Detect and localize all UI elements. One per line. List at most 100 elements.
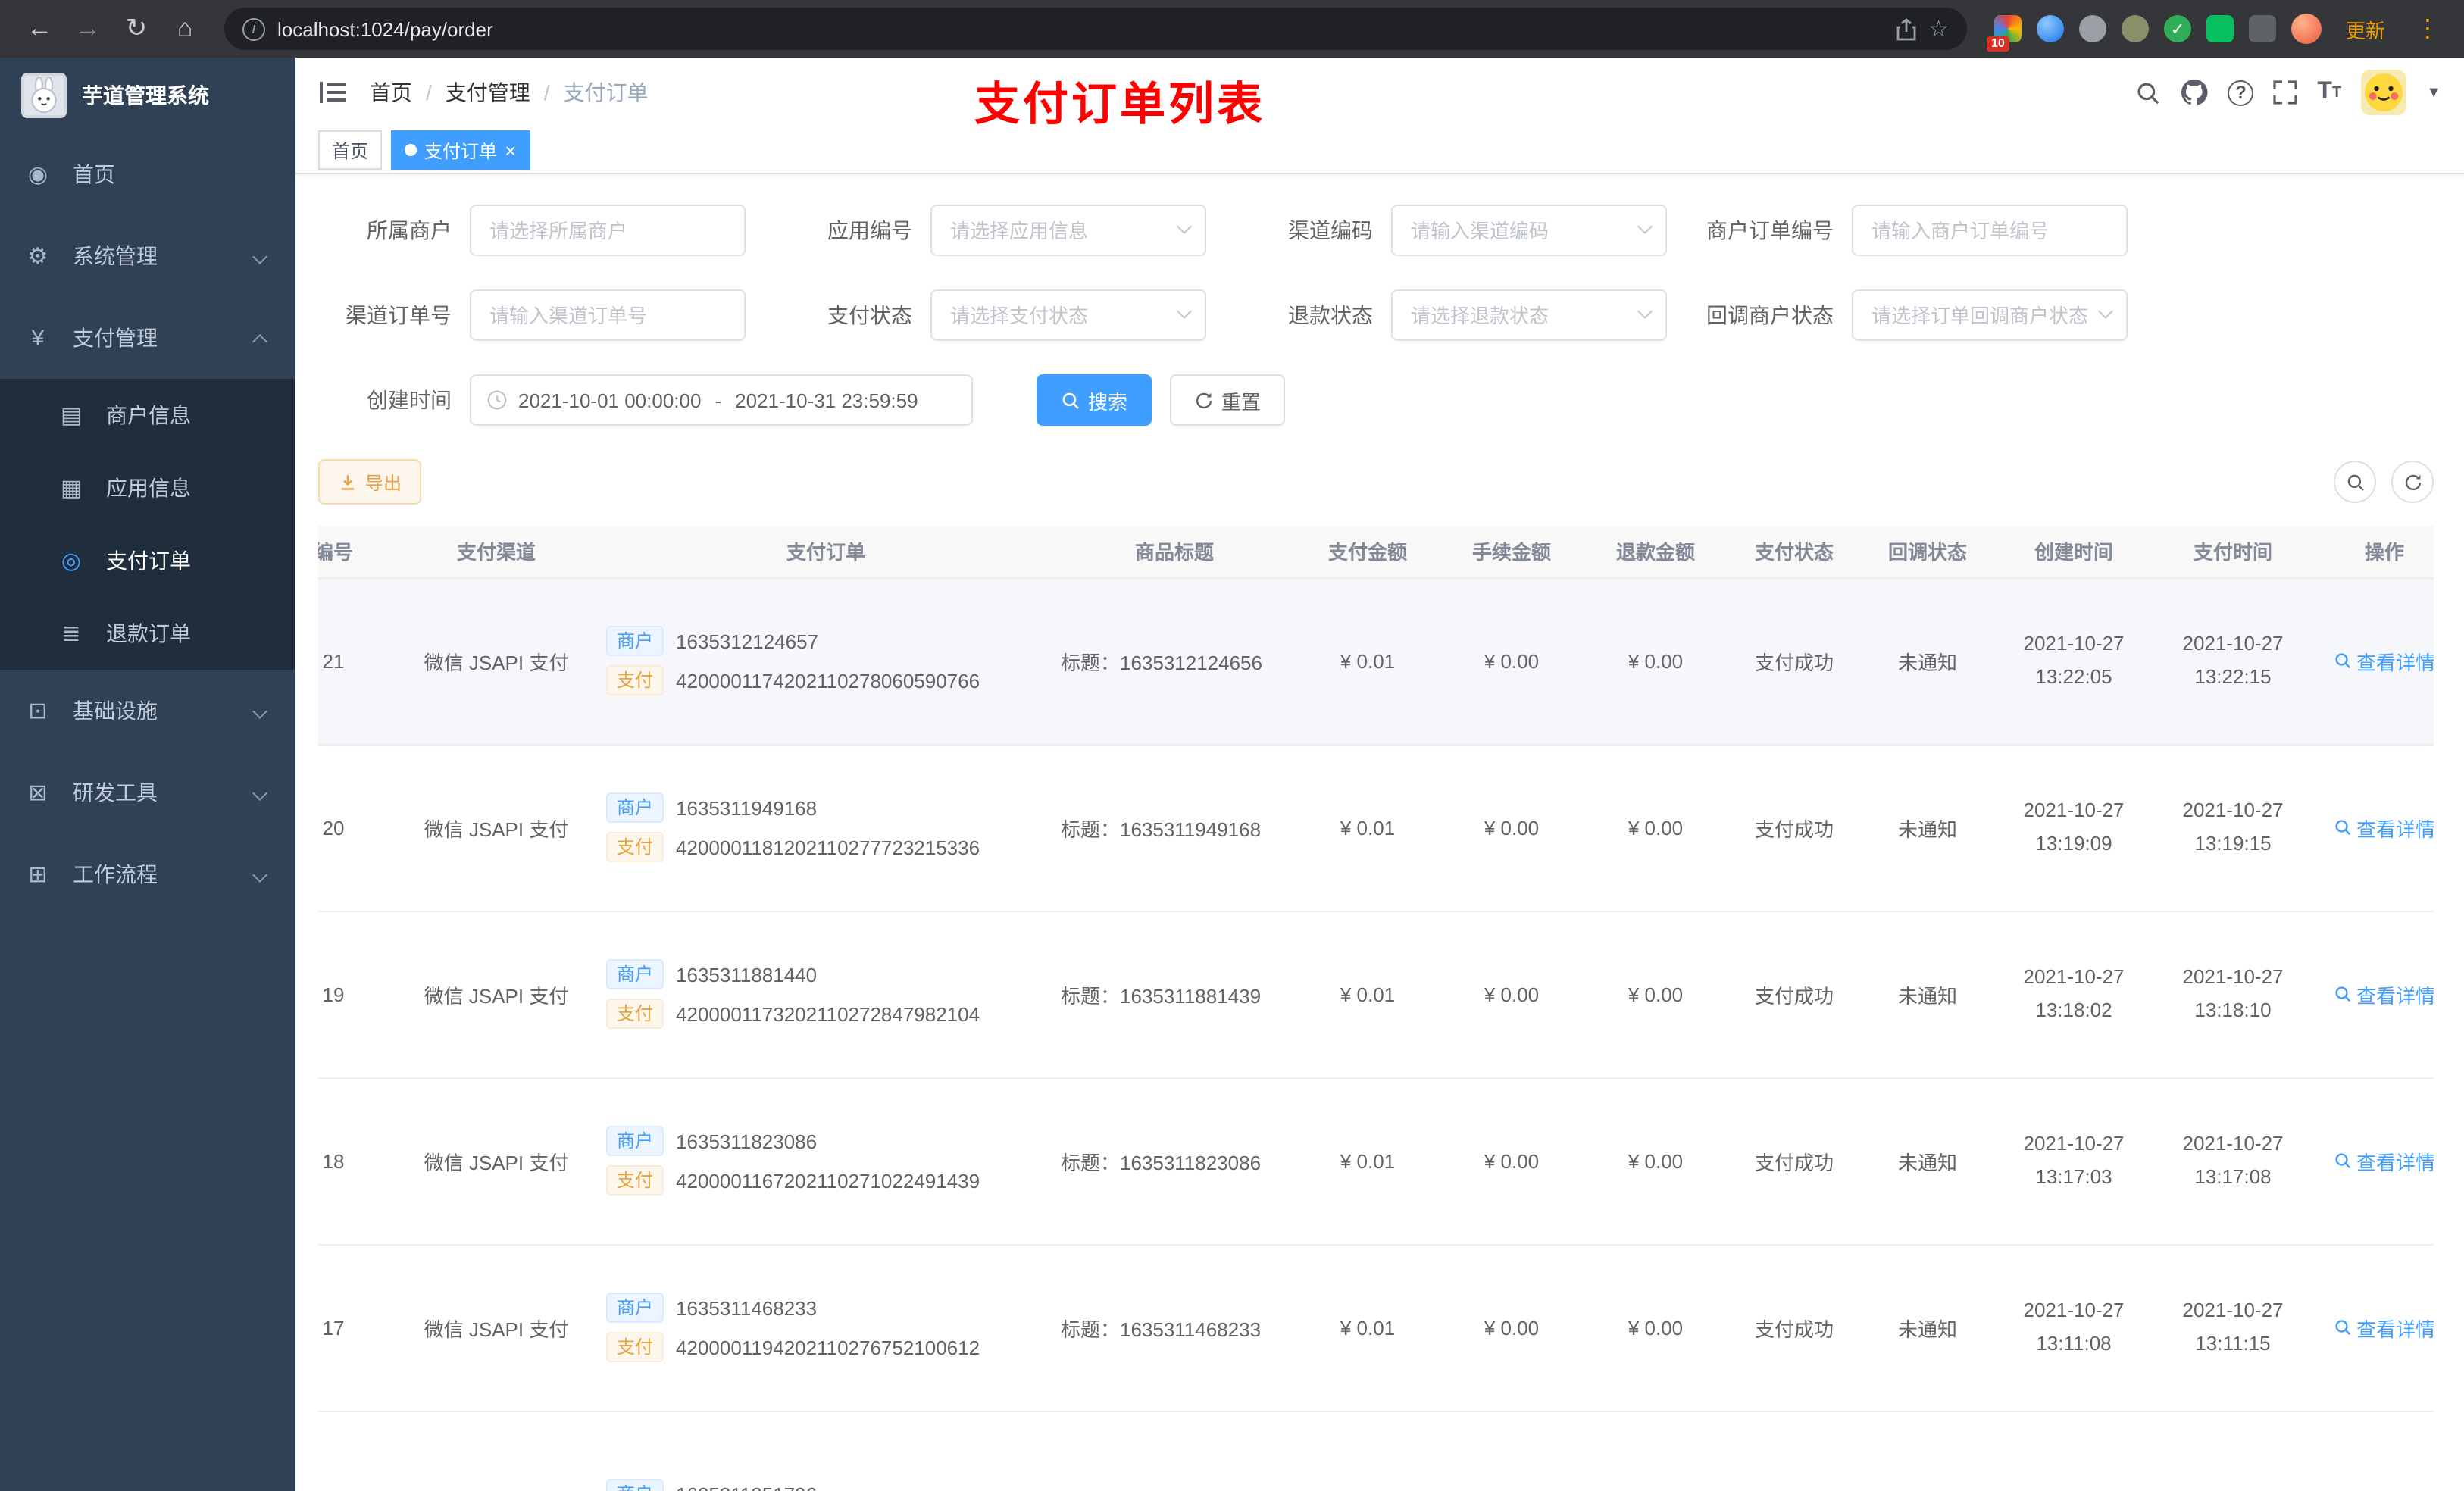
url-text[interactable]: localhost:1024/pay/order	[277, 17, 493, 40]
datetime-line: 2021-10-27	[2023, 798, 2125, 821]
cell-status: 支付成功	[1728, 577, 1861, 745]
view-detail-link[interactable]: 查看详情	[2334, 646, 2434, 675]
extension-icon-gray[interactable]	[2078, 15, 2106, 42]
site-info-icon[interactable]: i	[242, 17, 265, 40]
header-search-icon[interactable]	[2135, 80, 2161, 105]
create-time-start[interactable]: 2021-10-01 00:00:00	[518, 389, 701, 411]
merchant-filter-input[interactable]	[470, 205, 746, 256]
sidebar-item-infrastructure[interactable]: ⊡ 基础设施	[0, 670, 295, 752]
extension-icon-check[interactable]: ✓	[2163, 15, 2191, 42]
share-icon[interactable]	[1895, 17, 1916, 40]
sidebar-item-label: 商户信息	[106, 403, 191, 427]
tab-pay-order[interactable]: 支付订单 ×	[391, 130, 530, 170]
sidebar-item-payment-management[interactable]: ¥ 支付管理	[0, 297, 295, 379]
extension-icon-colorful[interactable]: 10	[1986, 15, 2022, 52]
browser-profile-avatar[interactable]	[2290, 14, 2322, 44]
sidebar-item-home[interactable]: ◉ 首页	[0, 133, 295, 215]
toggle-search-button[interactable]	[2334, 461, 2376, 503]
breadcrumb-home[interactable]: 首页	[370, 77, 412, 108]
search-icon	[2335, 1320, 2351, 1336]
sidebar-item-dev-tools[interactable]: ⊠ 研发工具	[0, 752, 295, 833]
search-button[interactable]: 搜索	[1037, 374, 1152, 426]
fullscreen-icon[interactable]	[2273, 80, 2298, 105]
toolbox-icon: ⊠	[28, 780, 48, 806]
callback-status-filter-select[interactable]	[1852, 289, 2128, 341]
create-time-range-picker[interactable]: 2021-10-01 00:00:00 - 2021-10-31 23:59:5…	[470, 374, 973, 426]
datetime-line: 2021-10-27	[2182, 798, 2284, 821]
extension-icon-green-square[interactable]	[2206, 15, 2234, 42]
avatar-caret-icon[interactable]: ▼	[2426, 84, 2441, 101]
search-icon	[2347, 474, 2363, 490]
address-bar[interactable]: i localhost:1024/pay/order ☆	[224, 8, 1967, 50]
table-row-partial: 商户 1635311351796	[318, 1411, 2434, 1491]
date-range-separator: -	[714, 389, 722, 411]
order-line: 支付 4200001174202110278060590766	[606, 665, 1046, 695]
view-detail-link[interactable]: 查看详情	[2334, 980, 2434, 1008]
sidebar-item-workflow[interactable]: ⊞ 工作流程	[0, 833, 295, 915]
app-filter-select[interactable]	[930, 205, 1206, 256]
cell-pay-order: 商户 1635311823086 支付 42000011672021102710224…	[599, 1077, 1053, 1245]
browser-back-icon[interactable]: ←	[18, 8, 61, 50]
reset-button[interactable]: 重置	[1170, 374, 1286, 426]
browser-home-icon[interactable]: ⌂	[164, 8, 206, 50]
callback-status-filter-label: 回调商户状态	[1706, 303, 1834, 327]
pay-status-filter: 支付状态	[779, 289, 1206, 341]
refund-status-filter-select[interactable]	[1391, 289, 1667, 341]
browser-forward-icon[interactable]: →	[67, 8, 109, 50]
create-time-filter-label: 创建时间	[367, 388, 452, 412]
app-filter-control	[930, 205, 1206, 256]
user-avatar[interactable]	[2361, 70, 2407, 115]
browser-menu-icon[interactable]: ⋮	[2409, 14, 2446, 44]
cell-channel: 微信 JSAPI 支付	[394, 577, 599, 745]
bookmark-star-icon[interactable]: ☆	[1928, 15, 1949, 42]
channel-code-filter-label: 渠道编码	[1288, 218, 1373, 242]
view-detail-link[interactable]: 查看详情	[2334, 813, 2434, 842]
refund-status-filter-control	[1391, 289, 1667, 341]
browser-update-button[interactable]: 更新	[2337, 11, 2394, 46]
order-line: 支付 4200001173202110272847982104	[606, 999, 1046, 1029]
order-number: 4200001181202110277723215336	[676, 836, 980, 858]
main-area: 首页 / 支付管理 / 支付订单 支付订单列表 ? T T ▼ 首页 支付订单 …	[295, 58, 2464, 1491]
pay-status-filter-select[interactable]	[930, 289, 1206, 341]
search-icon	[2335, 1153, 2351, 1169]
channel-order-no-filter-input[interactable]	[470, 289, 746, 341]
sidebar-menu: ◉ 首页 ⚙ 系统管理 ¥ 支付管理 ▤ 商户信息 ▦ 应用信息 ◎ 支付订单 ≣ 退款订单 ⊡ 基础设施 ⊠ 研…	[0, 133, 295, 915]
table-cell	[318, 1411, 394, 1491]
sidebar-item-refund-order[interactable]: ≣ 退款订单	[0, 597, 295, 670]
view-detail-link[interactable]: 查看详情	[2334, 1146, 2434, 1175]
extension-icon-olive[interactable]	[2121, 15, 2149, 42]
gear-icon: ⚙	[27, 244, 48, 270]
tab-home[interactable]: 首页	[318, 130, 383, 170]
merchant-tag: 商户	[606, 626, 664, 656]
refresh-table-button[interactable]	[2391, 461, 2434, 503]
pay-tag: 支付	[606, 832, 664, 862]
sidebar-item-app-info[interactable]: ▦ 应用信息	[0, 452, 295, 524]
refund-status-filter: 退款状态	[1240, 289, 1667, 341]
font-size-icon[interactable]: TT	[2317, 79, 2341, 106]
github-icon[interactable]	[2181, 79, 2208, 106]
view-detail-link[interactable]: 查看详情	[2334, 1313, 2434, 1342]
breadcrumb-payment[interactable]: 支付管理	[446, 77, 530, 108]
channel-code-filter-select[interactable]	[1391, 205, 1667, 256]
extension-icon-drop[interactable]	[2036, 15, 2064, 42]
help-icon[interactable]: ?	[2228, 80, 2254, 105]
sidebar-item-system-management[interactable]: ⚙ 系统管理	[0, 215, 295, 297]
cell-id: 20	[318, 744, 394, 911]
sidebar-item-pay-order[interactable]: ◎ 支付订单	[0, 524, 295, 597]
extensions-pin-icon[interactable]	[2248, 15, 2276, 42]
datetime-line: 13:17:08	[2194, 1165, 2272, 1188]
export-button[interactable]: 导出	[318, 459, 422, 505]
sidebar-item-merchant-info[interactable]: ▤ 商户信息	[0, 379, 295, 452]
create-time-end[interactable]: 2021-10-31 23:59:59	[735, 389, 918, 411]
browser-refresh-icon[interactable]: ↻	[115, 8, 158, 50]
search-icon	[2335, 653, 2351, 669]
sidebar-logo-row[interactable]: 芋道管理系统	[0, 58, 295, 133]
search-icon	[2335, 986, 2351, 1002]
search-icon	[2335, 820, 2351, 836]
grid-icon: ▦	[60, 476, 83, 502]
datetime-line: 2021-10-27	[2023, 631, 2125, 655]
sidebar-toggle-icon[interactable]	[318, 77, 349, 108]
merchant-order-no-filter-input[interactable]	[1852, 205, 2128, 256]
tags-view-bar: 首页 支付订单 ×	[295, 127, 2464, 174]
close-icon[interactable]: ×	[505, 140, 516, 160]
